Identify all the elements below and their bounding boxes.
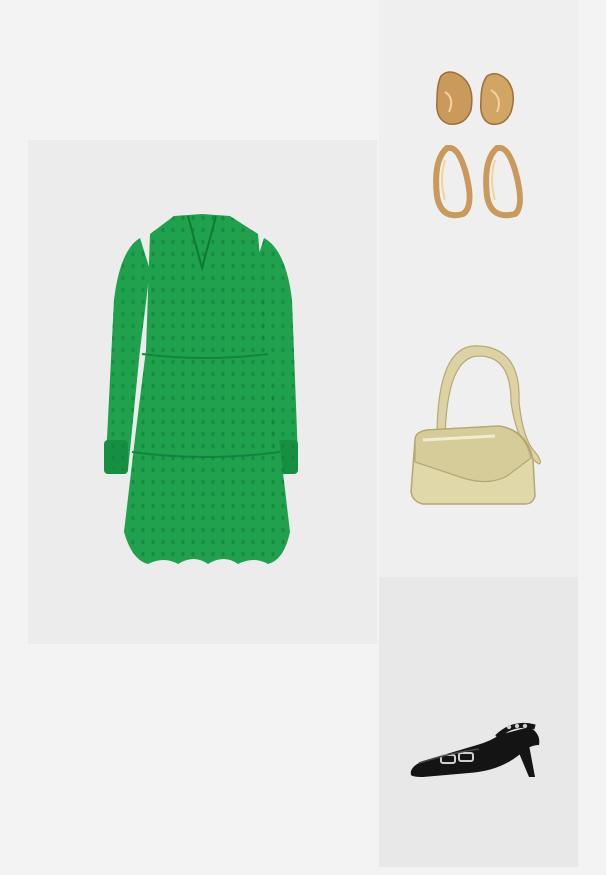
gold-shoulder-bag-image	[410, 345, 541, 505]
product-tile-shoe[interactable]	[379, 577, 578, 867]
green-eyelet-dress-image	[104, 214, 298, 564]
product-tile-earrings[interactable]	[379, 0, 578, 290]
black-slingback-heel-image	[410, 722, 540, 777]
product-tile-dress[interactable]	[28, 140, 377, 644]
product-tile-bag[interactable]	[379, 290, 578, 577]
gold-earrings-image	[433, 71, 523, 219]
